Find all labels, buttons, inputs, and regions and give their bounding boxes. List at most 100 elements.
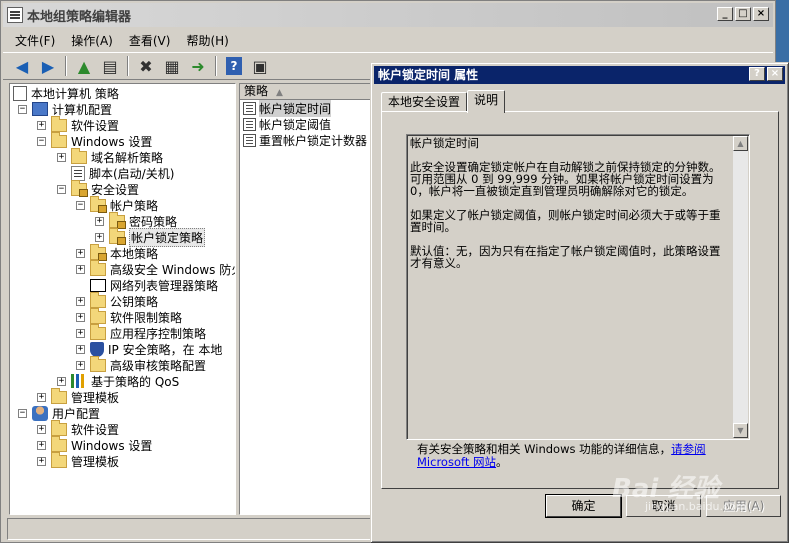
view-pane-icon[interactable]: ▣	[249, 55, 271, 77]
tree-item-user-admin[interactable]: + 管理模板	[37, 451, 119, 469]
tab-explain[interactable]: 说明	[467, 90, 506, 113]
folder-icon	[71, 147, 87, 164]
expand-icon[interactable]: +	[95, 232, 104, 242]
expand-icon[interactable]: +	[57, 152, 66, 162]
forward-arrow-icon[interactable]: ▶	[37, 55, 59, 77]
properties-icon[interactable]: ▦	[161, 55, 183, 77]
ok-button[interactable]: 确定	[545, 494, 622, 518]
menu-file[interactable]: 文件(F)	[15, 32, 55, 49]
tree-item-applocker[interactable]: + 应用程序控制策略	[76, 323, 206, 341]
tree-item-firewall[interactable]: + 高级安全 Windows 防火	[76, 259, 235, 277]
security-folder-icon	[109, 211, 126, 229]
expand-icon[interactable]: +	[76, 360, 85, 370]
folder-icon	[90, 355, 106, 372]
expand-icon[interactable]: +	[57, 376, 66, 386]
folder-icon	[51, 451, 67, 468]
expand-icon[interactable]: +	[37, 120, 46, 130]
tree-item-lockout-policy[interactable]: + 帐户锁定策略	[95, 227, 206, 247]
help-icon[interactable]: ?	[226, 57, 242, 75]
description-paragraph: 此安全设置确定锁定帐户在自动解锁之前保持锁定的分钟数。可用范围从 0 到 99,…	[410, 160, 721, 198]
description-textbox[interactable]: 帐户锁定时间 此安全设置确定锁定帐户在自动解锁之前保持锁定的分钟数。可用范围从 …	[406, 134, 750, 440]
vertical-scrollbar[interactable]: ▲ ▼	[733, 136, 748, 438]
expand-icon[interactable]: +	[76, 296, 85, 306]
expand-icon[interactable]: +	[37, 456, 46, 466]
policy-icon	[243, 101, 256, 115]
up-folder-icon[interactable]: ▲	[73, 55, 95, 77]
tree-item-dns-policy[interactable]: + 域名解析策略	[57, 147, 163, 165]
menu-view[interactable]: 查看(V)	[129, 32, 171, 49]
description-title: 帐户锁定时间	[410, 136, 479, 150]
dialog-title: 帐户锁定时间 属性	[378, 68, 479, 82]
watermark-url: jingyan.baidu.com	[645, 500, 747, 513]
expand-icon[interactable]: +	[76, 312, 85, 322]
network-list-icon	[90, 278, 106, 292]
maximize-button[interactable]: □	[735, 7, 751, 21]
menu-help[interactable]: 帮助(H)	[186, 32, 228, 49]
tree-item-user-software[interactable]: + 软件设置	[37, 419, 119, 437]
expand-icon[interactable]: +	[37, 392, 46, 402]
scroll-up-icon[interactable]: ▲	[733, 136, 748, 151]
dialog-title-bar: 帐户锁定时间 属性 ? ×	[374, 66, 785, 84]
tree-item-audit[interactable]: + 高级审核策略配置	[76, 355, 206, 373]
export-list-icon[interactable]: ➜	[187, 55, 209, 77]
tree-item-root[interactable]: 本地计算机 策略	[13, 85, 119, 101]
expand-icon[interactable]: +	[37, 424, 46, 434]
dialog-close-button[interactable]: ×	[767, 67, 783, 81]
list-item[interactable]: 帐户锁定时间	[243, 99, 332, 117]
properties-dialog: 帐户锁定时间 属性 ? × 本地安全设置 说明 帐户锁定时间 此安全设置确定锁定…	[370, 62, 789, 543]
tree-item-local-policies[interactable]: + 本地策略	[76, 243, 158, 261]
help-info-line: 有关安全策略和相关 Windows 功能的详细信息，请参阅 Microsoft …	[417, 442, 706, 469]
show-tree-icon[interactable]: ▤	[99, 55, 121, 77]
tree-item-qos[interactable]: + 基于策略的 QoS	[57, 373, 179, 389]
tree-pane[interactable]: 本地计算机 策略 − 计算机配置 + 软件设置 − Windows 设置 + 域…	[9, 83, 236, 515]
security-folder-icon	[71, 179, 88, 197]
dialog-tabs: 本地安全设置 说明	[381, 90, 506, 113]
collapse-icon[interactable]: −	[37, 136, 46, 146]
delete-x-icon[interactable]: ✖	[135, 55, 157, 77]
expand-icon[interactable]: +	[76, 248, 85, 258]
policy-list-pane[interactable]: 策略 ▲ 帐户锁定时间 帐户锁定阈值 重置帐户锁定计数器	[239, 83, 373, 515]
title-bar: 本地组策略编辑器 _ □ ×	[3, 3, 773, 27]
folder-icon	[51, 387, 67, 404]
ipsec-shield-icon	[90, 341, 104, 357]
folder-icon	[90, 259, 106, 276]
security-folder-icon	[90, 195, 107, 213]
scroll-down-icon[interactable]: ▼	[733, 423, 748, 438]
collapse-icon[interactable]: −	[18, 408, 27, 418]
list-item[interactable]: 重置帐户锁定计数器	[243, 132, 367, 148]
menu-bar: 文件(F) 操作(A) 查看(V) 帮助(H)	[3, 29, 773, 51]
expand-icon[interactable]: +	[37, 440, 46, 450]
folder-icon	[90, 291, 106, 308]
tree-item-windows-settings[interactable]: − Windows 设置	[37, 131, 152, 149]
menu-action[interactable]: 操作(A)	[71, 32, 113, 49]
tree-item-pubkey[interactable]: + 公钥策略	[76, 291, 158, 309]
description-paragraph: 默认值：无，因为只有在指定了帐户锁定阈值时，此策略设置才有意义。	[410, 244, 721, 270]
back-arrow-icon[interactable]: ◀	[11, 55, 33, 77]
expand-icon[interactable]: +	[76, 328, 85, 338]
tree-item-admin-templates[interactable]: + 管理模板	[37, 387, 119, 405]
tab-local-security-setting[interactable]: 本地安全设置	[381, 92, 468, 112]
security-folder-icon	[90, 243, 107, 261]
minimize-button[interactable]: _	[717, 7, 733, 21]
dialog-help-button[interactable]: ?	[749, 67, 765, 81]
tree-item-computer-config[interactable]: − 计算机配置	[18, 101, 112, 117]
expand-icon[interactable]: +	[76, 264, 85, 274]
column-header-policy[interactable]: 策略 ▲	[240, 84, 372, 100]
folder-icon	[51, 131, 67, 148]
policy-doc-icon	[13, 85, 27, 101]
computer-icon	[32, 102, 48, 116]
collapse-icon[interactable]: −	[57, 184, 66, 194]
list-item[interactable]: 帐户锁定阈值	[243, 116, 331, 132]
script-icon	[71, 165, 85, 181]
collapse-icon[interactable]: −	[76, 200, 85, 210]
close-button[interactable]: ×	[753, 7, 769, 21]
expand-icon[interactable]: +	[76, 344, 85, 354]
folder-icon	[90, 307, 106, 324]
user-icon	[32, 405, 48, 421]
gpedit-app-icon	[7, 7, 23, 23]
policy-icon	[243, 133, 256, 147]
expand-icon[interactable]: +	[95, 216, 104, 226]
sort-up-icon: ▲	[276, 88, 283, 98]
collapse-icon[interactable]: −	[18, 104, 27, 114]
tree-item-software-settings[interactable]: + 软件设置	[37, 115, 119, 133]
